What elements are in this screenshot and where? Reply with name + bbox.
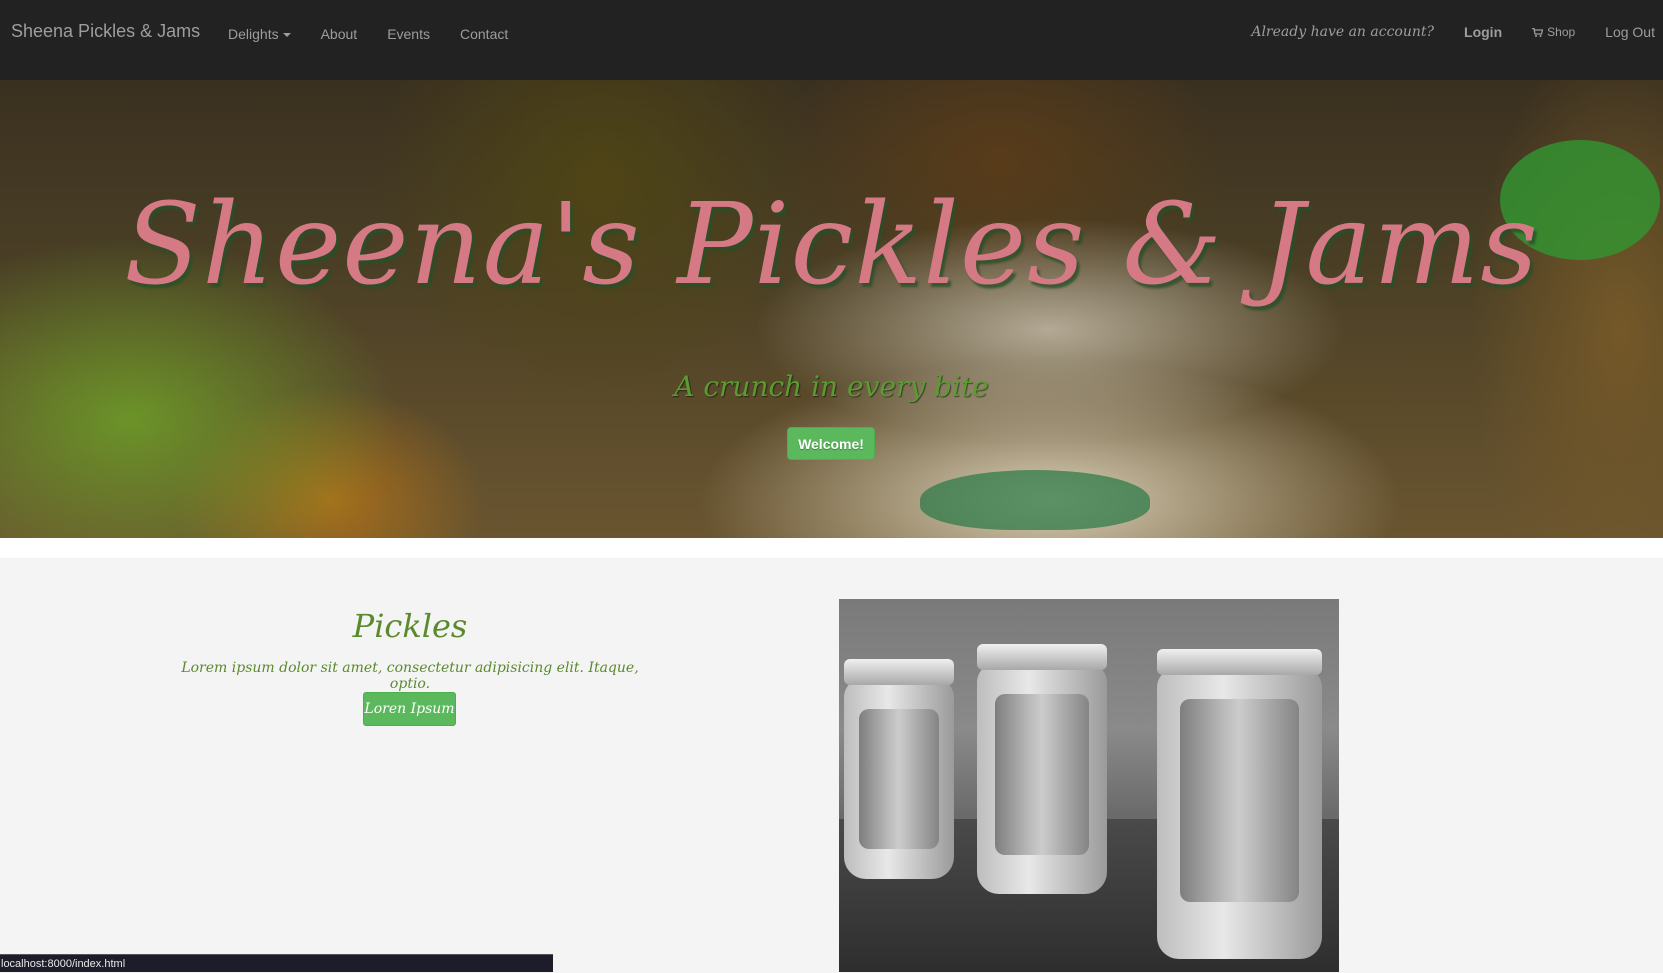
hero-title: Sheena's Pickles & Jams [124,180,1539,310]
hero-banner: Sheena's Pickles & Jams A crunch in ever… [0,80,1663,538]
browser-status-bar: localhost:8000/index.html [0,954,553,972]
photo-jar-1 [844,659,954,879]
account-nav: Already have an account? Login Shop Log … [1251,24,1655,40]
shopping-cart-icon [1532,27,1544,37]
pickle-jars-photo [839,599,1339,972]
lorem-ipsum-button[interactable]: Loren Ipsum [363,692,456,726]
shop-link[interactable]: Shop [1532,25,1575,39]
section-divider [0,538,1663,558]
welcome-button[interactable]: Welcome! [787,427,875,460]
shop-label: Shop [1547,25,1576,39]
nav-events[interactable]: Events [387,26,430,42]
main-nav: Delights About Events Contact [228,26,538,42]
hero-subtitle: A crunch in every bite [674,370,989,403]
account-prompt: Already have an account? [1251,24,1435,40]
top-navbar: Sheena Pickles & Jams Delights About Eve… [0,0,1663,80]
photo-jar-2 [977,644,1107,894]
hero-background-napkin-print [920,470,1150,530]
brand-link[interactable]: Sheena Pickles & Jams [11,21,200,42]
section-title-pickles: Pickles [352,607,468,645]
nav-contact[interactable]: Contact [460,26,508,42]
nav-about[interactable]: About [321,26,358,42]
photo-jar-3 [1157,649,1322,959]
section-description: Lorem ipsum dolor sit amet, consectetur … [181,660,639,692]
logout-link[interactable]: Log Out [1605,24,1655,40]
nav-delights-label: Delights [228,26,279,42]
caret-down-icon [282,33,291,38]
login-link[interactable]: Login [1464,24,1502,40]
nav-delights-dropdown[interactable]: Delights [228,26,291,42]
